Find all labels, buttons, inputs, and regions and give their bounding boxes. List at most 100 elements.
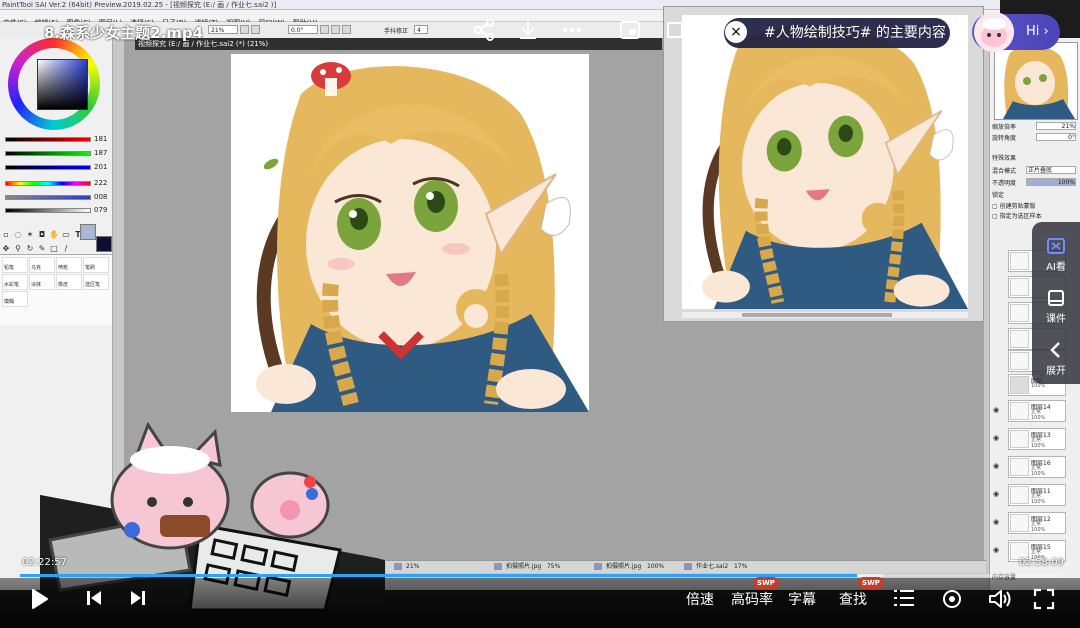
fullscreen-button[interactable] — [1033, 588, 1055, 610]
document-tabs: 21% 拍摄照片.jpg 75% 拍摄照片.jpg 100% 作业七.sai2 17… — [386, 560, 986, 573]
document-tab: 作业七.sai2 17% — [696, 563, 748, 570]
secondary-color-swatch — [80, 224, 96, 240]
quality-button[interactable]: 高码率 — [731, 589, 773, 609]
subtitle-button[interactable]: 字幕 — [788, 589, 816, 609]
video-player[interactable]: PaintTool SAI Ver.2 (64bit) Preview.2019… — [0, 0, 1080, 628]
playlist-icon — [894, 590, 914, 606]
tool-rotate-icon: ↻ — [26, 244, 34, 253]
zoom-down-button — [240, 25, 249, 34]
layer-item: 图层13 正常 100% — [1008, 428, 1066, 450]
layer-visibility-icon: ◉ — [993, 490, 1000, 498]
primary-color-swatch — [96, 236, 112, 252]
fullscreen-window-icon[interactable] — [664, 18, 688, 42]
side-rail: AI看 课件 展开 — [1032, 222, 1080, 384]
rotate-reset-button — [342, 25, 351, 34]
layer-visibility-icon: ◉ — [993, 406, 1000, 414]
slider-r: 181 — [0, 134, 112, 146]
brush-preset: 马克 — [29, 257, 55, 273]
play-icon — [32, 589, 48, 609]
layer-item: 图层11 正常 100% — [1008, 484, 1066, 506]
chevron-left-icon — [1046, 340, 1066, 360]
reference-image — [682, 15, 968, 309]
brush-preset: 涂抹 — [29, 274, 55, 290]
close-icon[interactable]: × — [725, 21, 747, 43]
previous-button[interactable] — [85, 589, 103, 609]
effect-row: 特殊效果 — [992, 155, 1017, 162]
layer-visibility-icon: ◉ — [993, 546, 1000, 554]
play-button[interactable] — [28, 588, 50, 609]
danmaku-button[interactable] — [941, 588, 963, 608]
document-tab-indicator — [394, 563, 402, 570]
control-bar — [0, 578, 1080, 628]
layer-item: 图层12 正常 100% — [1008, 512, 1066, 534]
layer-visibility-icon: ◉ — [993, 518, 1000, 526]
speed-button[interactable]: 倍速 — [686, 589, 714, 609]
progress-fill — [20, 574, 858, 577]
angle-row: 旋转角度 0° — [992, 133, 1076, 142]
reference-window — [663, 6, 984, 322]
fullscreen-icon — [1033, 588, 1055, 610]
reference-scrollbar — [682, 312, 968, 318]
share-icon[interactable] — [472, 18, 496, 42]
zoom-field: 21% — [208, 25, 238, 34]
zoom-row: 缩放倍率 21% — [992, 122, 1076, 131]
topic-banner[interactable]: × #人物绘制技巧# 的主要内容 — [724, 18, 950, 48]
video-title: 8.森系少女主题2.mp4 — [44, 24, 204, 42]
document-tab-indicator — [594, 563, 602, 570]
document-tab: 拍摄照片.jpg 100% — [606, 563, 665, 570]
slider-s: 008 — [0, 192, 112, 204]
clip-row: ▢ 创建剪贴蒙版 — [992, 203, 1036, 210]
navigator-thumbnail — [994, 42, 1078, 120]
rotate-right-button — [331, 25, 340, 34]
brush-preset: 笔刷 — [83, 257, 109, 273]
canvas-area-lower — [662, 320, 984, 560]
tool-pen-icon: / — [64, 244, 68, 253]
total-time: 02:58:09 — [1019, 557, 1064, 568]
rotate-left-button — [320, 25, 329, 34]
brush-preset: 铅笔 — [2, 257, 28, 273]
ai-assistant-button[interactable]: Hi › — [972, 12, 1060, 52]
volume-icon — [989, 590, 1011, 608]
tool-zoom-icon: ⚲ — [15, 244, 21, 253]
ai-watch-button[interactable]: AI看 — [1032, 228, 1080, 276]
reference-illustration — [701, 24, 968, 309]
forest-girl-illustration — [256, 62, 589, 412]
tool-pick-icon: ✎ — [38, 244, 46, 253]
brush-grid: 铅笔 马克 喷枪 笔刷 水彩笔 涂抹 橡皮 选区笔 模糊 — [0, 254, 112, 325]
assistant-avatar-icon — [974, 12, 1014, 52]
skip-previous-icon — [87, 591, 101, 605]
playlist-button[interactable] — [893, 588, 915, 608]
slider-h: 222 — [0, 178, 112, 190]
select-sample-row: ▢ 指定为选区样本 — [992, 213, 1042, 220]
layer-visibility-icon: ◉ — [993, 434, 1000, 442]
document-tab-indicator — [684, 563, 692, 570]
expand-button[interactable]: 展开 — [1032, 332, 1080, 380]
slider-g: 187 — [0, 148, 112, 160]
brush-preset: 喷枪 — [56, 257, 82, 273]
opacity-row: 不透明度 100% — [992, 178, 1076, 187]
stabilizer-field: 4 — [414, 25, 428, 34]
more-icon[interactable] — [560, 18, 584, 42]
tool-row-2: ✥ ⚲ ↻ ✎ □ / — [0, 224, 112, 253]
progress-bar[interactable] — [20, 574, 1060, 577]
next-button[interactable] — [129, 589, 147, 609]
chevron-right-icon: › — [1043, 24, 1049, 39]
brush-preset: 水彩笔 — [2, 274, 28, 290]
elapsed-time: 02:22:57 — [22, 557, 67, 568]
volume-button[interactable] — [988, 588, 1012, 608]
assistant-greeting: Hi › — [1026, 24, 1049, 39]
courseware-icon — [1046, 288, 1066, 308]
courseware-button[interactable]: 课件 — [1032, 280, 1080, 328]
swp-badge: SWP — [753, 577, 779, 589]
lock-row: 锁定 — [992, 192, 1005, 199]
skip-next-icon — [131, 591, 145, 605]
document-tab: 21% — [406, 563, 420, 570]
stabilizer-label: 手抖修正 — [384, 28, 409, 35]
angle-field: 0.0° — [288, 25, 318, 34]
search-button[interactable]: 查找 — [839, 589, 867, 609]
swp-badge: SWP — [858, 577, 884, 589]
brush-preset: 选区笔 — [83, 274, 109, 290]
blend-mode-row: 混合模式 正片叠底 — [992, 166, 1078, 175]
picture-in-picture-icon[interactable] — [618, 18, 642, 42]
download-icon[interactable] — [516, 18, 540, 42]
